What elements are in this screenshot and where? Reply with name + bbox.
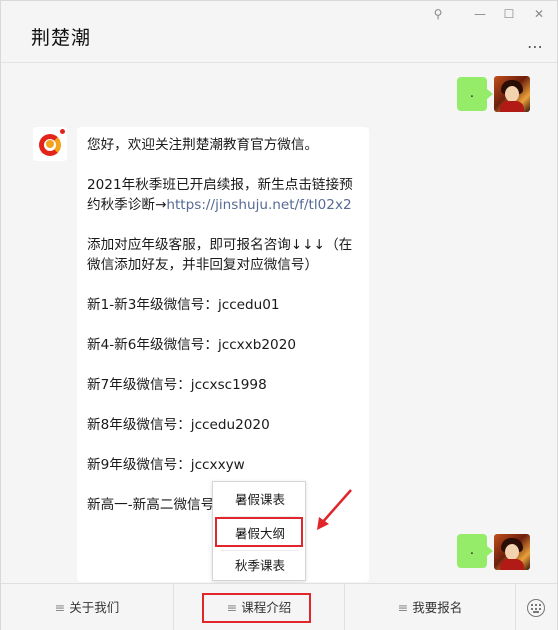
message-line: 添加对应年级客服，即可报名咨询↓↓↓（在微信添加好友，并非回复对应微信号） (87, 237, 353, 273)
menu-lines-icon: ≡ (397, 600, 409, 615)
more-options-icon[interactable]: ⋯ (527, 37, 545, 56)
message-line: 新8年级微信号：jccedu2020 (87, 417, 270, 433)
wechat-window: 荆楚潮 ⚲ — ☐ ✕ ⋯ . 您好，欢迎关注荆楚潮教育官方微信。 2021年秋… (0, 0, 558, 630)
message-line: 2021年秋季班已开启续报，新生点击链接预约秋季诊断→https://jinsh… (87, 175, 359, 215)
chat-title: 荆楚潮 (31, 27, 92, 49)
menu-about-us[interactable]: ≡ 关于我们 (1, 584, 173, 630)
message-line: 新9年级微信号：jccxxyw (87, 457, 245, 473)
annotation-arrow-icon (317, 489, 352, 530)
avatar-body (500, 559, 524, 570)
signup-link[interactable]: https://jinshuju.net/f/tl02x2 (166, 197, 351, 213)
menu-lines-icon: ≡ (54, 600, 66, 615)
minimize-icon[interactable]: — (469, 5, 491, 23)
message-line: 新4-新6年级微信号：jccxxb2020 (87, 337, 296, 353)
menu-divider (515, 584, 516, 630)
close-icon[interactable]: ✕ (528, 5, 550, 23)
user-avatar[interactable] (494, 534, 530, 570)
message-line: 新1-新3年级微信号：jccedu01 (87, 297, 280, 313)
bottom-menu-bar: ≡ 关于我们 ≡ 课程介绍 ≡ 我要报名 (1, 583, 557, 630)
keyboard-icon[interactable] (527, 599, 545, 617)
sent-message-bubble[interactable]: . (457, 77, 493, 111)
avatar-face (505, 86, 519, 102)
official-account-avatar[interactable] (33, 127, 67, 161)
title-bar: 荆楚潮 ⚲ — ☐ ✕ ⋯ (1, 1, 557, 63)
logo-mark-icon (60, 129, 65, 134)
pin-icon[interactable]: ⚲ (427, 5, 449, 23)
avatar-body (500, 101, 524, 112)
message-line: 新7年级微信号：jccxsc1998 (87, 377, 267, 393)
avatar-face (505, 544, 519, 560)
logo-dot-icon (46, 140, 54, 148)
highlight-box-course-intro (202, 593, 311, 623)
submenu-popup: 暑假课表 暑假大纲 秋季课表 (212, 481, 306, 581)
submenu-item-autumn-schedule[interactable]: 秋季课表 (213, 549, 307, 582)
menu-label: 我要报名 (412, 600, 463, 615)
submenu-item-summer-schedule[interactable]: 暑假课表 (213, 483, 307, 516)
maximize-icon[interactable]: ☐ (498, 5, 520, 23)
message-line: 您好，欢迎关注荆楚潮教育官方微信。 (87, 137, 319, 153)
sent-message-bubble[interactable]: . (457, 534, 493, 568)
highlight-box-summer-outline (215, 517, 303, 547)
menu-label: 关于我们 (69, 600, 120, 615)
menu-sign-up[interactable]: ≡ 我要报名 (345, 584, 515, 630)
user-avatar[interactable] (494, 76, 530, 112)
